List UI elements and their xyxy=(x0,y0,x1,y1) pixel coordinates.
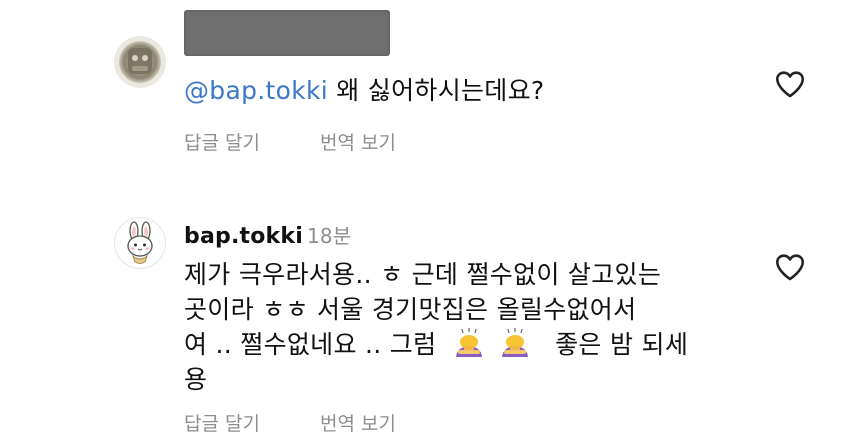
comment-item-1: @bap.tokki 왜 싫어하시는데요? 답글 달기 번역 보기 xyxy=(0,0,850,190)
comment-username[interactable]: bap.tokki 18분 xyxy=(184,220,351,249)
translate-button[interactable]: 번역 보기 xyxy=(320,128,396,155)
comment-line-4: 좋은 밤 되세 xyxy=(555,330,689,359)
reply-button[interactable]: 답글 달기 xyxy=(184,409,314,436)
comment-actions: 답글 달기 번역 보기 xyxy=(184,409,396,436)
reply-button[interactable]: 답글 달기 xyxy=(184,128,314,155)
username-label[interactable]: bap.tokki xyxy=(184,224,303,249)
comment-line-1: 제가 극우라서용.. ㅎ 근데 쩔수없이 살고있는 xyxy=(184,260,662,289)
comment-line-3-wrap: 여 .. 쩔수없네요 .. 그럼 좋은 밤 되세 xyxy=(184,327,764,362)
comment-line-3: 여 .. 쩔수없네요 .. 그럼 xyxy=(184,330,437,359)
profile-photo-icon[interactable] xyxy=(114,36,166,88)
comment-line-5: 용 xyxy=(184,365,208,394)
heart-outline-icon[interactable] xyxy=(773,250,807,284)
comment-text-body: 왜 싫어하시는데요? xyxy=(328,76,545,105)
translate-button[interactable]: 번역 보기 xyxy=(320,409,396,436)
heart-outline-icon[interactable] xyxy=(773,67,807,101)
woman-bowing-emoji-icon xyxy=(455,328,482,357)
comment-line-2: 곳이라 ㅎㅎ 서울 경기맛집은 올릴수없어서 xyxy=(184,295,637,324)
comment-item-2: bap.tokki 18분 제가 극우라서용.. ㅎ 근데 쩔수없이 살고있는 곳… xyxy=(0,190,850,448)
comment-text: @bap.tokki 왜 싫어하시는데요? xyxy=(184,73,544,108)
redacted-username xyxy=(184,10,390,56)
comment-actions: 답글 달기 번역 보기 xyxy=(184,128,396,155)
mention-link[interactable]: @bap.tokki xyxy=(184,76,328,105)
comment-text: 제가 극우라서용.. ㅎ 근데 쩔수없이 살고있는 곳이라 ㅎㅎ 서울 경기맛집… xyxy=(184,257,764,397)
woman-bowing-emoji-icon xyxy=(501,328,528,357)
timestamp: 18분 xyxy=(306,224,352,248)
rabbit-avatar-icon[interactable] xyxy=(114,217,166,269)
